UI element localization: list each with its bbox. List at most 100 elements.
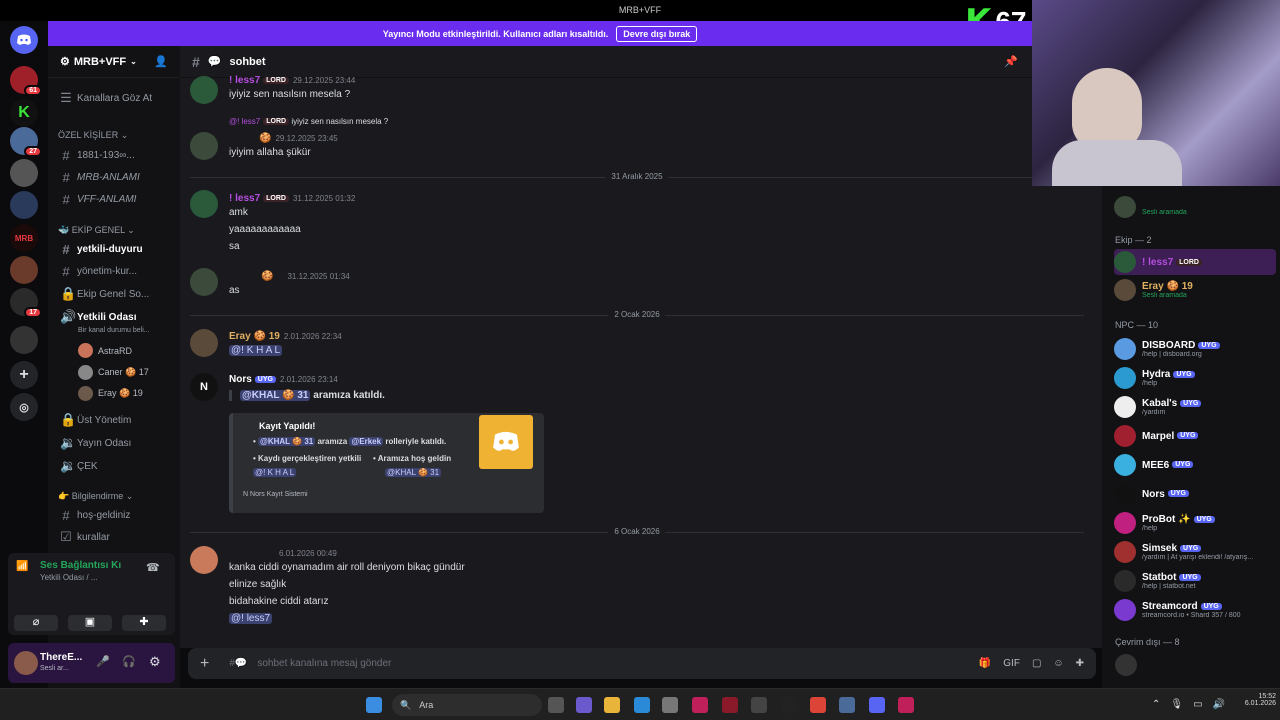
- member-item[interactable]: Eray 🍪 19 Sesli aramada: [1114, 277, 1276, 303]
- gear-icon[interactable]: ⚙: [149, 654, 161, 670]
- windows-start-icon[interactable]: [366, 697, 382, 713]
- author-name[interactable]: ! less7: [229, 75, 260, 86]
- opera-gx-icon[interactable]: [898, 697, 914, 713]
- emoji-icon[interactable]: ☺: [1053, 658, 1063, 669]
- server-icon[interactable]: [10, 256, 38, 284]
- speech-bubble-icon: 💬: [207, 56, 222, 68]
- avatar[interactable]: [190, 546, 218, 574]
- voice-status-label: Ses Bağlantısı Kı: [40, 560, 122, 571]
- avatar[interactable]: [190, 329, 218, 357]
- copilot-icon[interactable]: [576, 697, 592, 713]
- system-tray[interactable]: ⌃ 🎙 ▭ 🔊: [1152, 699, 1225, 710]
- browse-channels[interactable]: ☰ Kanallara Göz At: [56, 88, 176, 108]
- file-explorer-icon[interactable]: [604, 697, 620, 713]
- channel-item[interactable]: 🔒 Ekip Genel So...: [56, 284, 176, 304]
- channel-item[interactable]: # yetkili-duyuru: [56, 239, 176, 259]
- server-icon[interactable]: [10, 326, 38, 354]
- server-icon[interactable]: 61: [10, 66, 42, 96]
- nors-avatar[interactable]: N: [190, 373, 218, 401]
- avatar[interactable]: [190, 76, 218, 104]
- chevron-up-icon[interactable]: ⌃: [1152, 699, 1160, 710]
- avatar[interactable]: [190, 190, 218, 218]
- monitor-icon[interactable]: ▭: [1193, 699, 1202, 710]
- category-private[interactable]: ÖZEL KİŞİLER ⌄: [58, 130, 128, 141]
- mention[interactable]: @! K H A L: [229, 345, 283, 356]
- member-item[interactable]: Sesli aramada: [1114, 194, 1276, 220]
- channel-item[interactable]: 🔒 Üst Yönetim: [56, 410, 176, 430]
- member-item[interactable]: MEE6 UYG: [1114, 452, 1276, 478]
- activities-button[interactable]: ✚: [122, 615, 166, 631]
- member-item[interactable]: DISBOARD UYG/help | disboard.org: [1114, 336, 1276, 362]
- channel-item[interactable]: # MRB-ANLAMI: [56, 167, 176, 187]
- camera-off-button[interactable]: ⌀: [14, 615, 58, 631]
- microphone-icon[interactable]: 🎤: [96, 655, 110, 668]
- chrome-icon[interactable]: [810, 697, 826, 713]
- channel-item[interactable]: # hoş-geldiniz: [56, 505, 176, 525]
- mic-icon[interactable]: 🎙: [1170, 699, 1183, 710]
- voice-user[interactable]: AstraRD: [78, 343, 132, 358]
- app-icon[interactable]: [751, 697, 767, 713]
- disconnect-icon[interactable]: ☎: [146, 561, 160, 574]
- member-item[interactable]: Streamcord UYG streamcord.io • Shard 357 /…: [1114, 597, 1276, 623]
- avatar[interactable]: [190, 132, 218, 160]
- member-item[interactable]: Simsek UYG/yardım | At yarışı eklendi! /a…: [1114, 539, 1276, 565]
- member-item[interactable]: Kabal's UYG/yardım: [1114, 394, 1276, 420]
- category-team[interactable]: 🐳 EKİP GENEL ⌄: [58, 225, 135, 236]
- member-item[interactable]: Hydra UYG/help: [1114, 365, 1276, 391]
- member-item[interactable]: Marpel UYG: [1114, 423, 1276, 449]
- gift-icon[interactable]: 🎁: [979, 658, 991, 669]
- gif-icon[interactable]: GIF: [1003, 658, 1020, 669]
- mrb-server-icon[interactable]: MRB: [10, 224, 38, 252]
- member-item[interactable]: Nors UYG: [1114, 481, 1276, 507]
- channel-item[interactable]: 🔉 ÇEK: [56, 456, 176, 476]
- channel-item[interactable]: # yönetim-kur...: [56, 261, 176, 281]
- screen-share-button[interactable]: ▣: [68, 615, 112, 631]
- apps-icon[interactable]: ✚: [1076, 658, 1084, 669]
- store-icon[interactable]: [662, 697, 678, 713]
- message-composer: + #💬 sohbet kanalına mesaj gönder 🎁 GIF …: [188, 648, 1096, 679]
- add-server-icon[interactable]: +: [10, 361, 38, 389]
- disable-streamer-mode-button[interactable]: Devre dışı bırak: [616, 25, 698, 42]
- avatar[interactable]: [190, 268, 218, 296]
- pin-icon[interactable]: 📌: [1004, 55, 1018, 68]
- channel-item[interactable]: 🔉 Yayın Odası: [56, 433, 176, 453]
- app-icon[interactable]: [839, 697, 855, 713]
- channel-item[interactable]: #1881-193∞...: [56, 145, 176, 165]
- role-tag: LORD: [263, 76, 289, 84]
- channel-item[interactable]: # VFF-ANLAMI: [56, 189, 176, 209]
- server-icon[interactable]: [10, 159, 38, 187]
- voice-channel[interactable]: 🔊 Yetkili Odası: [56, 307, 176, 327]
- member-name: DISBOARD UYG: [1142, 340, 1220, 351]
- headphones-icon[interactable]: 🎧: [122, 655, 136, 668]
- avatar[interactable]: [1115, 654, 1137, 676]
- discover-icon[interactable]: ◎: [10, 393, 38, 421]
- server-icon[interactable]: 17: [10, 288, 42, 318]
- category-info[interactable]: 👉 Bilgilendirme ⌄: [58, 491, 133, 502]
- channel-item[interactable]: ☑ kurallar: [56, 527, 176, 547]
- member-item[interactable]: ! less7 LORD: [1114, 249, 1276, 275]
- volume-icon[interactable]: 🔊: [1213, 699, 1225, 710]
- avatar[interactable]: [14, 651, 38, 675]
- task-view-icon[interactable]: [548, 697, 564, 713]
- reply-preview[interactable]: @! less7 LORD iyiyiz sen nasılsın mesela …: [229, 117, 388, 126]
- app-icon[interactable]: [781, 697, 797, 713]
- voice-user[interactable]: Caner 🍪 17: [78, 365, 149, 380]
- kick-server-icon[interactable]: K: [10, 99, 38, 127]
- guild-header[interactable]: ⚙ MRB+VFF ⌄ 👤: [48, 46, 180, 78]
- member-item[interactable]: Statbot UYG/help | statbot.net: [1114, 568, 1276, 594]
- sticker-icon[interactable]: ▢: [1032, 658, 1041, 669]
- message-input[interactable]: sohbet kanalına mesaj gönder: [257, 658, 391, 669]
- discord-icon[interactable]: [869, 697, 885, 713]
- discord-home-icon[interactable]: [10, 26, 38, 54]
- opera-icon[interactable]: [692, 697, 708, 713]
- edge-icon[interactable]: [634, 697, 650, 713]
- member-item[interactable]: ProBot ✨ UYG/help: [1114, 510, 1276, 536]
- server-icon[interactable]: [10, 191, 38, 219]
- add-member-icon[interactable]: 👤: [154, 55, 168, 68]
- voice-user[interactable]: Eray 🍪 19: [78, 386, 143, 401]
- server-icon[interactable]: 27: [10, 127, 42, 157]
- taskbar-search[interactable]: 🔍 Ara: [392, 694, 542, 716]
- clock[interactable]: 15:52 6.01.2026: [1232, 693, 1276, 707]
- app-icon[interactable]: [722, 697, 738, 713]
- add-attachment-icon[interactable]: +: [200, 655, 209, 673]
